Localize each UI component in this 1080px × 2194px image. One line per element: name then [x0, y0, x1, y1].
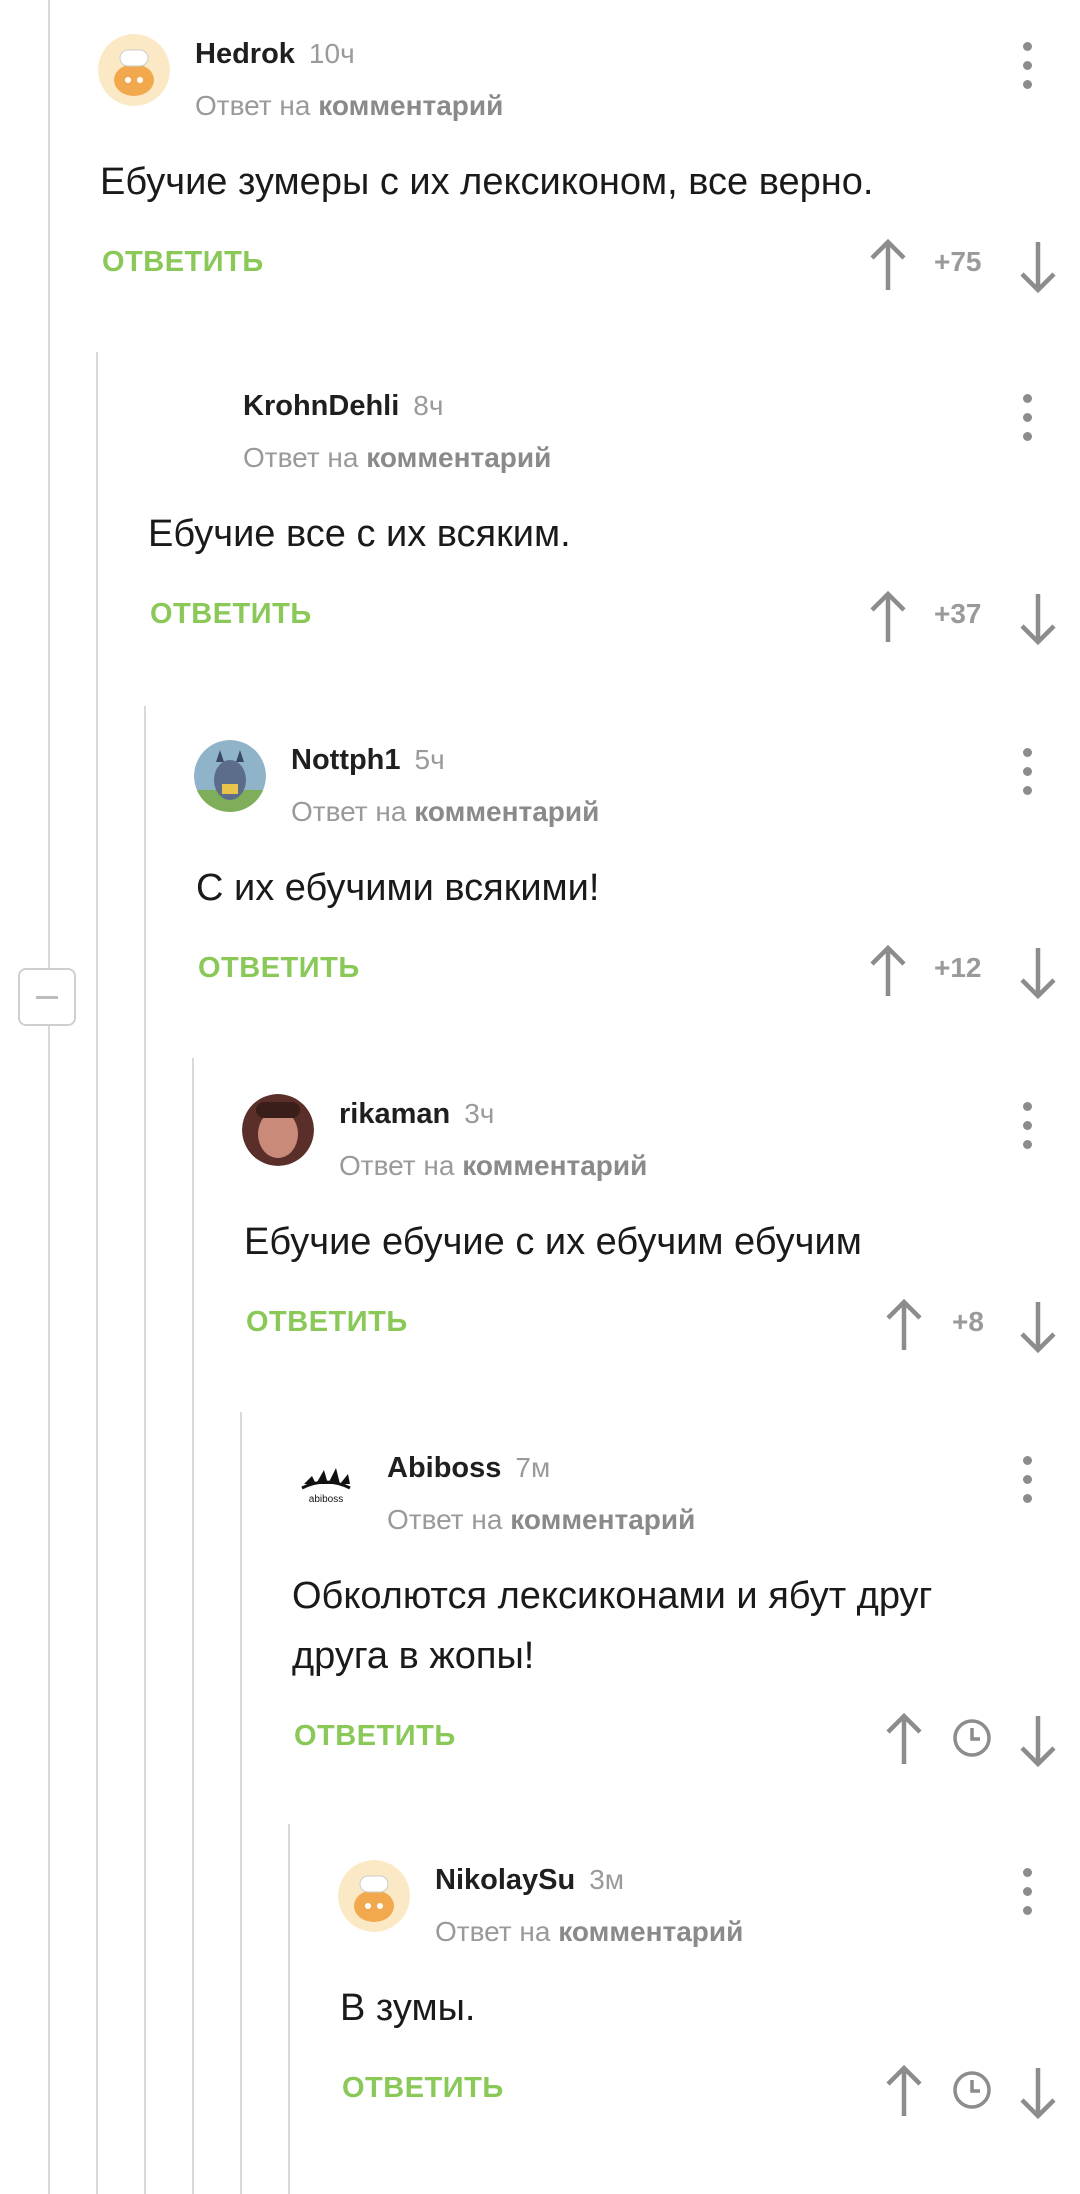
more-options-icon[interactable]	[1020, 1456, 1034, 1506]
batman-icon	[194, 740, 266, 812]
reply-to: Ответ на комментарий	[387, 1504, 696, 1535]
comment-time: 3ч	[464, 1098, 495, 1129]
svg-text:abiboss: abiboss	[309, 1494, 343, 1505]
comment-text: Ебучие все с их всяким.	[148, 513, 571, 555]
reply-button[interactable]: ОТВЕТИТЬ	[246, 1306, 408, 1339]
avatar[interactable]	[338, 1860, 410, 1932]
reply-to: Ответ на комментарий	[243, 442, 552, 473]
thread-line	[48, 0, 50, 2194]
more-options-icon[interactable]	[1020, 1868, 1034, 1918]
comment-text: Обколются лексиконами и ябут друг друга …	[292, 1575, 933, 1677]
more-options-icon[interactable]	[1020, 748, 1034, 798]
comment-text: В зумы.	[340, 1987, 476, 2029]
reply-to: Ответ на комментарий	[435, 1916, 744, 1947]
comment-time: 3м	[589, 1864, 625, 1895]
comment-text: С их ебучими всякими!	[196, 867, 600, 909]
downvote-icon[interactable]	[1018, 1712, 1058, 1768]
downvote-icon[interactable]	[1018, 238, 1058, 294]
author-name[interactable]: Nottph1 5ч	[291, 744, 445, 777]
comment-text: Ебучие зумеры с их лексиконом, все верно…	[100, 161, 874, 203]
comment: abiboss Abiboss 7м Ответ на комментарий О…	[290, 1448, 1080, 1778]
reply-link[interactable]: комментарий	[510, 1504, 695, 1535]
comment: NikolaySu 3м Ответ на комментарий В зумы.…	[338, 1860, 1080, 2130]
avatar[interactable]	[98, 34, 170, 106]
comment-text: Ебучие ебучие с их ебучим ебучим	[244, 1221, 862, 1263]
score: +12	[934, 952, 982, 983]
reply-button[interactable]: ОТВЕТИТЬ	[342, 2072, 504, 2105]
score: +8	[952, 1306, 984, 1337]
reply-link[interactable]: комментарий	[318, 90, 503, 121]
avatar[interactable]: abiboss	[290, 1448, 362, 1520]
reply-button[interactable]: ОТВЕТИТЬ	[294, 1720, 456, 1753]
downvote-icon[interactable]	[1018, 944, 1058, 1000]
reply-button[interactable]: ОТВЕТИТЬ	[150, 598, 312, 631]
upvote-icon[interactable]	[884, 1298, 924, 1354]
vote-controls: +75	[840, 238, 1080, 294]
reply-link[interactable]: комментарий	[414, 796, 599, 827]
reply-button[interactable]: ОТВЕТИТЬ	[198, 952, 360, 985]
photo-icon	[242, 1094, 314, 1166]
vote-controls: +8	[840, 1298, 1080, 1354]
thread-line	[192, 1058, 194, 2194]
logo-icon: abiboss	[301, 1468, 351, 1505]
thread-line	[288, 1824, 290, 2194]
upvote-icon[interactable]	[884, 1712, 924, 1768]
upvote-icon[interactable]	[884, 2064, 924, 2120]
comment: Hedrok 10ч Ответ на комментарий Ебучие зу…	[98, 34, 1080, 304]
thread-line	[240, 1412, 242, 2194]
reply-link[interactable]: комментарий	[558, 1916, 743, 1947]
upvote-icon[interactable]	[868, 590, 908, 646]
clock-icon	[953, 2071, 991, 2109]
more-options-icon[interactable]	[1020, 42, 1034, 92]
reply-to: Ответ на комментарий	[195, 90, 504, 121]
vote-controls: +37	[840, 590, 1080, 646]
more-options-icon[interactable]	[1020, 1102, 1034, 1152]
more-options-icon[interactable]	[1020, 394, 1034, 444]
reply-button[interactable]: ОТВЕТИТЬ	[102, 246, 264, 279]
author-name[interactable]: NikolaySu 3м	[435, 1864, 624, 1897]
author-name[interactable]: Hedrok 10ч	[195, 38, 355, 71]
vote-controls	[840, 1712, 1080, 1768]
chef-icon	[98, 34, 170, 106]
upvote-icon[interactable]	[868, 944, 908, 1000]
comment-time: 8ч	[413, 390, 444, 421]
downvote-icon[interactable]	[1018, 1298, 1058, 1354]
author-name[interactable]: Abiboss 7м	[387, 1452, 550, 1485]
upvote-icon[interactable]	[868, 238, 908, 294]
vote-controls	[840, 2064, 1080, 2120]
author-name[interactable]: rikaman 3ч	[339, 1098, 494, 1131]
collapse-thread-button[interactable]	[18, 968, 76, 1026]
downvote-icon[interactable]	[1018, 2064, 1058, 2120]
score: +75	[934, 246, 982, 277]
downvote-icon[interactable]	[1018, 590, 1058, 646]
comment-time: 5ч	[414, 744, 445, 775]
reply-link[interactable]: комментарий	[366, 442, 551, 473]
chef-icon	[338, 1860, 410, 1932]
reply-to: Ответ на комментарий	[339, 1150, 648, 1181]
score: +37	[934, 598, 982, 629]
avatar[interactable]	[194, 740, 266, 812]
reply-to: Ответ на комментарий	[291, 796, 600, 827]
comment-time: 7м	[515, 1452, 551, 1483]
comment: Nottph1 5ч Ответ на комментарий С их ебуч…	[194, 740, 1080, 1010]
thread-line	[144, 706, 146, 2194]
comment-time: 10ч	[308, 38, 355, 69]
comment: KrohnDehli 8ч Ответ на комментарий Ебучие…	[146, 386, 1080, 656]
avatar[interactable]	[242, 1094, 314, 1166]
thread-line	[96, 352, 98, 2194]
author-name[interactable]: KrohnDehli 8ч	[243, 390, 443, 423]
vote-controls: +12	[840, 944, 1080, 1000]
clock-icon	[953, 1719, 991, 1757]
comment: rikaman 3ч Ответ на комментарий Ебучие еб…	[242, 1094, 1080, 1364]
reply-link[interactable]: комментарий	[462, 1150, 647, 1181]
